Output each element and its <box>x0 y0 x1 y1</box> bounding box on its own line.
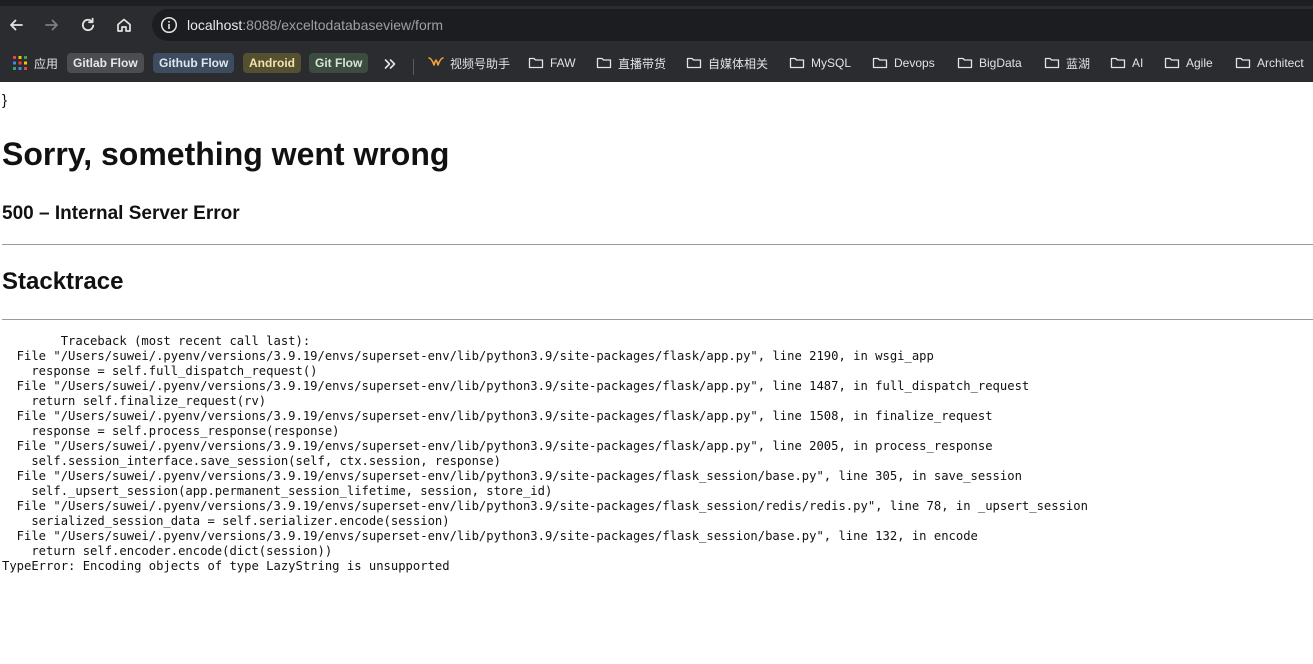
home-button[interactable] <box>110 11 138 39</box>
url-host: localhost <box>187 17 243 33</box>
bookmark-gitlab-flow[interactable]: Gitlab Flow <box>67 53 144 73</box>
divider <box>2 244 1313 245</box>
bookmarks-bar: 应用 Gitlab Flow Github Flow Android Git F… <box>0 44 1313 82</box>
page-title: Sorry, something went wrong <box>2 136 450 172</box>
folder-icon <box>957 57 973 69</box>
folder-icon <box>1110 57 1126 69</box>
folder-icon <box>686 57 702 69</box>
trace-line: File "/Users/suwei/.pyenv/versions/3.9.1… <box>2 379 1030 393</box>
stacktrace-heading: Stacktrace <box>2 268 124 295</box>
url-text[interactable]: localhost:8088/exceltodatabaseview/form <box>187 17 443 33</box>
url-path: :8088/exceltodatabaseview/form <box>242 17 444 33</box>
folder-label: FAW <box>550 56 576 70</box>
folder-icon <box>872 57 888 69</box>
folder-label: MySQL <box>811 56 852 70</box>
bookmark-folder[interactable]: Architect <box>1235 52 1304 74</box>
stacktrace-block: Traceback (most recent call last): File … <box>2 334 1307 574</box>
trace-line: serialized_session_data = self.serialize… <box>2 514 450 528</box>
apps-label: 应用 <box>34 56 59 71</box>
double-chevron-right-icon[interactable] <box>383 57 397 71</box>
trace-line: File "/Users/suwei/.pyenv/versions/3.9.1… <box>2 499 1088 513</box>
bookmark-shipinhao[interactable]: 视频号助手 <box>428 52 510 74</box>
bookmark-folder[interactable]: FAW <box>528 52 576 74</box>
bookmark-folder[interactable]: 直播带货 <box>596 52 666 74</box>
error-status: 500 – Internal Server Error <box>2 203 240 224</box>
trace-line: File "/Users/suwei/.pyenv/versions/3.9.1… <box>2 349 934 363</box>
bookmark-folder[interactable]: Devops <box>872 52 935 74</box>
folder-icon <box>1044 57 1060 69</box>
reload-icon <box>82 17 95 32</box>
trace-line: File "/Users/suwei/.pyenv/versions/3.9.1… <box>2 469 1022 483</box>
forward-button[interactable] <box>38 11 66 39</box>
trace-line: response = self.full_dispatch_request() <box>2 364 318 378</box>
bookmark-folder[interactable]: 自媒体相关 <box>686 52 768 74</box>
trace-line: File "/Users/suwei/.pyenv/versions/3.9.1… <box>2 439 993 453</box>
trace-line: Traceback (most recent call last): <box>2 334 311 348</box>
site-info-icon[interactable] <box>160 16 178 34</box>
trace-line: return self.finalize_request(rv) <box>2 394 267 408</box>
trace-line: return self.encoder.encode(dict(session)… <box>2 544 333 558</box>
arrow-left-icon <box>10 19 23 31</box>
folder-icon <box>596 57 612 69</box>
bookmark-github-flow[interactable]: Github Flow <box>153 53 235 73</box>
back-button[interactable] <box>2 11 30 39</box>
stray-brace-text: } <box>2 92 8 109</box>
folder-icon <box>789 57 805 69</box>
bookmark-folder[interactable]: BigData <box>957 52 1022 74</box>
trace-line: self.session_interface.save_session(self… <box>2 454 501 468</box>
trace-line: response = self.process_response(respons… <box>2 424 340 438</box>
trace-line: self._upsert_session(app.permanent_sessi… <box>2 484 553 498</box>
bookmarks-divider <box>413 59 414 75</box>
apps-grid-icon <box>13 56 27 70</box>
folder-label: BigData <box>979 56 1022 70</box>
bookmark-label: 视频号助手 <box>450 56 511 71</box>
divider <box>2 319 1313 320</box>
folder-icon <box>1164 57 1180 69</box>
shipinhao-logo-icon <box>428 57 444 66</box>
arrow-right-icon <box>45 19 58 31</box>
folder-icon <box>1235 57 1251 69</box>
bookmark-git-flow[interactable]: Git Flow <box>309 53 369 73</box>
folder-label: AI <box>1132 56 1144 70</box>
apps-button[interactable]: 应用 <box>12 52 58 74</box>
reload-button[interactable] <box>74 11 102 39</box>
browser-toolbar: localhost:8088/exceltodatabaseview/form <box>0 6 1313 44</box>
folder-label: 蓝湖 <box>1066 56 1091 71</box>
folder-label: Devops <box>894 56 935 70</box>
trace-error-line: TypeError: Encoding objects of type Lazy… <box>2 559 450 573</box>
bookmark-android[interactable]: Android <box>243 53 301 73</box>
bookmark-folder[interactable]: 蓝湖 <box>1044 52 1090 74</box>
bookmark-folder[interactable]: AI <box>1110 52 1143 74</box>
folder-label: Agile <box>1186 56 1213 70</box>
trace-line: File "/Users/suwei/.pyenv/versions/3.9.1… <box>2 409 993 423</box>
bookmark-folder[interactable]: Agile <box>1164 52 1213 74</box>
address-bar[interactable]: localhost:8088/exceltodatabaseview/form <box>152 9 1313 41</box>
folder-icon <box>528 57 544 69</box>
folder-label: 自媒体相关 <box>708 56 769 71</box>
trace-line: File "/Users/suwei/.pyenv/versions/3.9.1… <box>2 529 978 543</box>
folder-label: 直播带货 <box>618 56 667 71</box>
bookmark-folder[interactable]: MySQL <box>789 52 851 74</box>
folder-label: Architect <box>1257 56 1304 70</box>
home-icon <box>117 18 131 32</box>
